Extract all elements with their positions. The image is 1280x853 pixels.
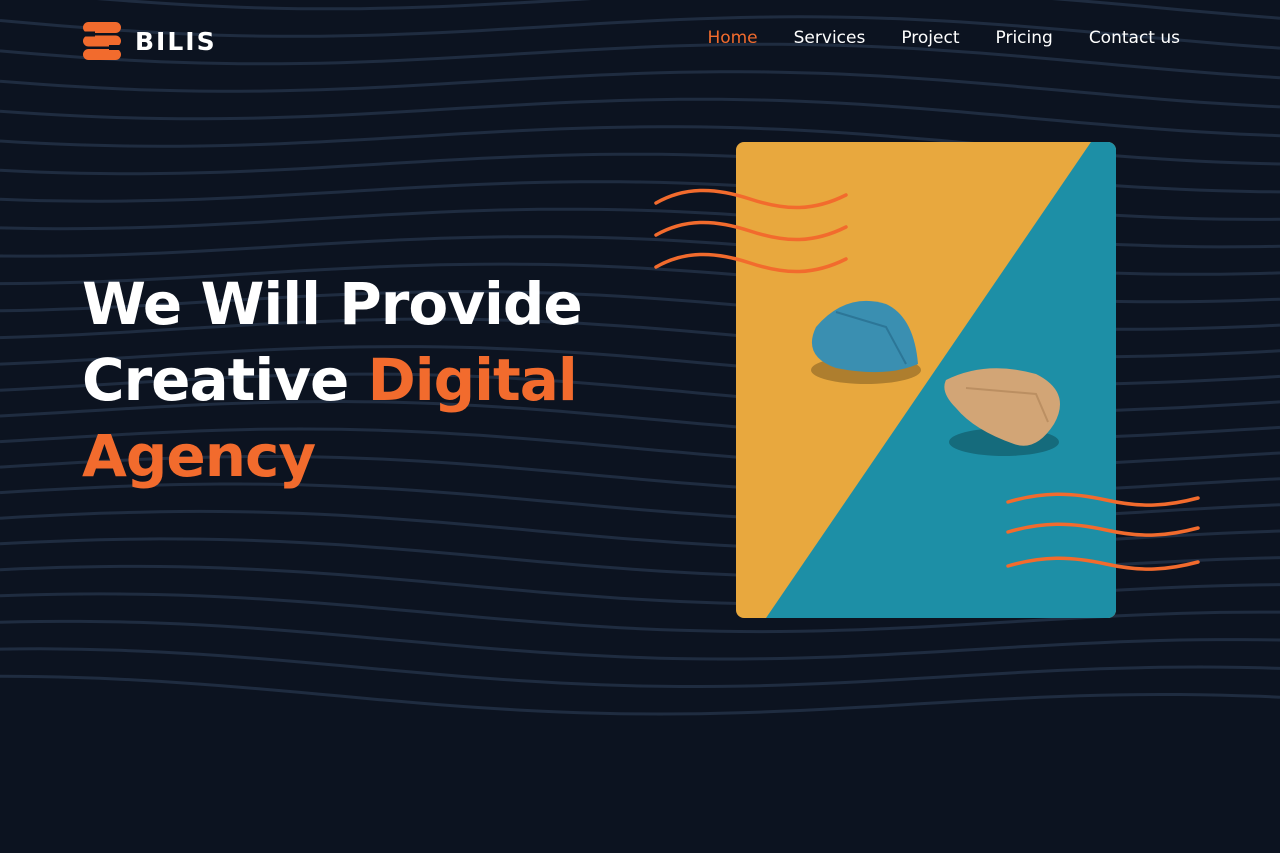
hero-line-1: We Will Provide [82, 270, 583, 338]
hero-line-3-accent: Agency [82, 422, 316, 490]
hero-headline: We Will Provide Creative Digital Agency [82, 266, 583, 494]
nav-contact-us[interactable]: Contact us [1089, 28, 1180, 48]
main-navigation: Home Services Project Pricing Contact us [707, 28, 1180, 48]
background-wave-line [0, 674, 1280, 716]
background-wave-line [96, 0, 1280, 20]
nav-pricing[interactable]: Pricing [996, 28, 1053, 48]
wave-decoration-bottom [1006, 492, 1200, 571]
background-wave-line [0, 70, 1280, 109]
nav-services[interactable]: Services [794, 28, 866, 48]
logo-icon [81, 22, 123, 60]
brand-logo[interactable]: BILIS [81, 20, 217, 62]
wave-decoration-top [654, 188, 848, 274]
nav-home[interactable]: Home [707, 28, 757, 48]
hero-line-2-white: Creative [82, 346, 349, 414]
brand-name: BILIS [135, 26, 217, 56]
nav-project[interactable]: Project [901, 28, 959, 48]
hero-line-2-accent: Digital [367, 346, 578, 414]
background-wave-line [0, 647, 1280, 688]
background-wave-line [0, 97, 1280, 138]
